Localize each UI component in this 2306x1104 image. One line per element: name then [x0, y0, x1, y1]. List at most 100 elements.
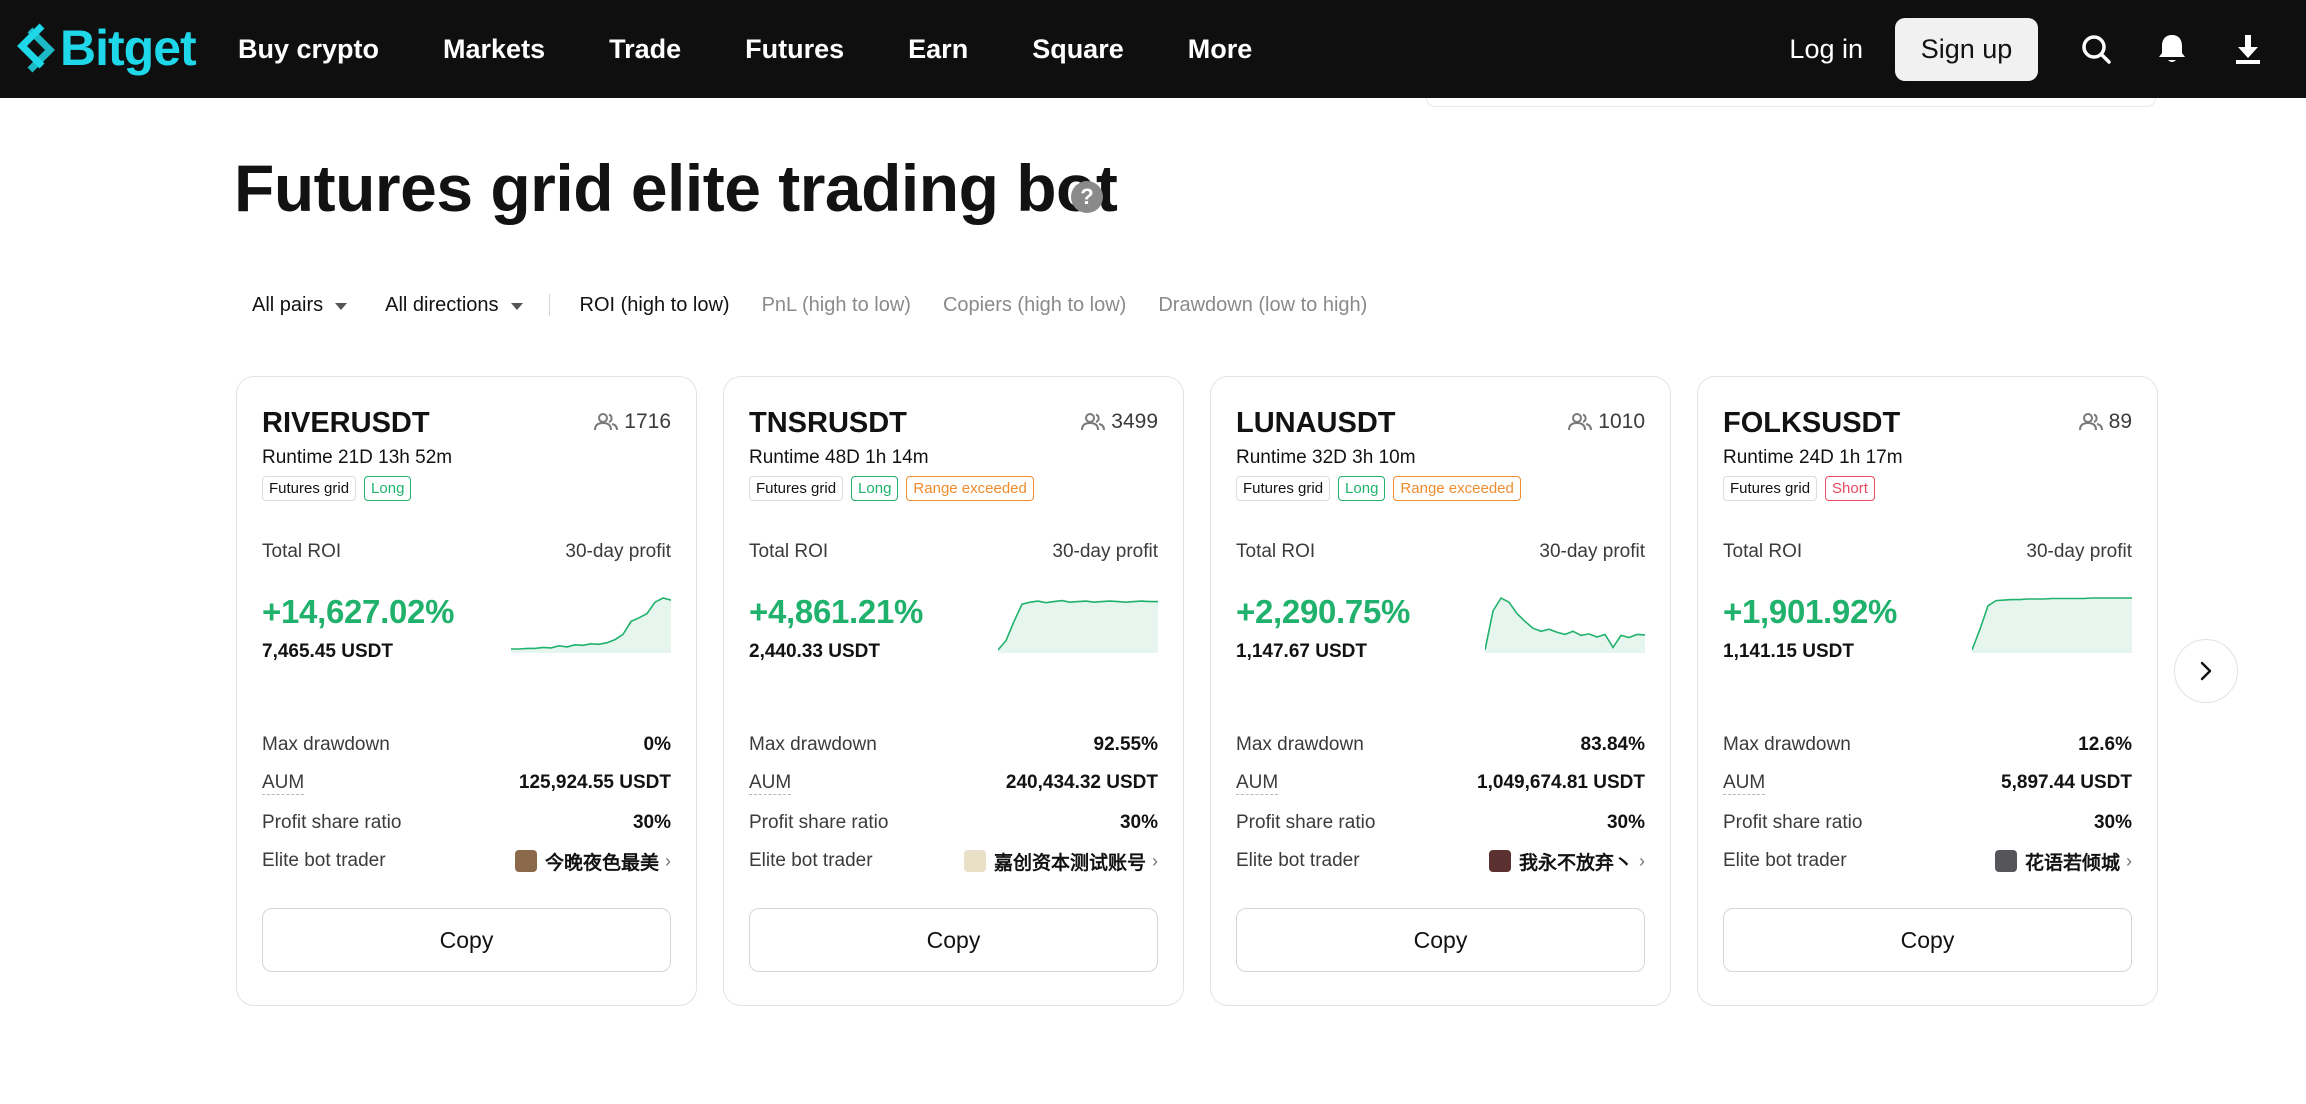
download-icon[interactable]: [2230, 31, 2266, 67]
max-drawdown-value: 0%: [643, 734, 671, 755]
tag-range: Range exceeded: [906, 476, 1034, 501]
copy-button[interactable]: Copy: [1723, 908, 2132, 972]
users-icon: [2078, 413, 2103, 431]
runtime-label: Runtime: [262, 447, 333, 468]
profit-share-label: Profit share ratio: [1723, 812, 1863, 833]
total-roi-value: +1,901.92%: [1723, 593, 1898, 630]
trader-link[interactable]: 今晚夜色最美 ›: [514, 848, 671, 875]
aum-value: 125,924.55 USDT: [518, 772, 671, 793]
trader-link[interactable]: 我永不放弃丶 ›: [1488, 848, 1645, 875]
signup-button[interactable]: Sign up: [1895, 17, 2038, 81]
next-page-button[interactable]: [2174, 639, 2238, 703]
tag-long: Long: [1338, 476, 1386, 501]
profit-share-row: Profit share ratio 30%: [1723, 810, 2132, 836]
elite-trader-label: Elite bot trader: [1236, 850, 1360, 871]
aum-label[interactable]: AUM: [1236, 772, 1279, 795]
pair-name[interactable]: LUNAUSDT: [1236, 407, 1396, 440]
pairs-dropdown[interactable]: All pairs: [252, 294, 348, 317]
chevron-right-icon: ›: [1152, 850, 1158, 871]
profit-share-row: Profit share ratio 30%: [749, 810, 1158, 836]
sparkline-area: [1485, 598, 1645, 653]
max-drawdown-label: Max drawdown: [1723, 734, 1851, 755]
brand-name: Bitget: [60, 20, 197, 76]
bitget-logo[interactable]: Bitget: [14, 18, 197, 78]
sort-drawdown[interactable]: Drawdown (low to high): [1158, 294, 1367, 317]
filter-bar: All pairs All directions ROI (high to lo…: [252, 290, 1399, 320]
runtime-label: Runtime: [1723, 447, 1794, 468]
bot-card: TNSRUSDT 3499 Runtime 48D 1h 14m Futures…: [723, 376, 1184, 1006]
profit-share-label: Profit share ratio: [1236, 812, 1376, 833]
trader-name: 今晚夜色最美: [544, 852, 659, 874]
trader-link[interactable]: 花语若倾城 ›: [1994, 848, 2132, 875]
elite-trader-label: Elite bot trader: [749, 850, 873, 871]
profit-sparkline: [511, 597, 671, 653]
tag-list: Futures grid Long Range exceeded: [749, 476, 1042, 501]
nav-futures[interactable]: Futures: [745, 34, 844, 65]
sort-pnl[interactable]: PnL (high to low): [762, 294, 911, 317]
aum-label[interactable]: AUM: [749, 772, 792, 795]
aum-label[interactable]: AUM: [1723, 772, 1766, 795]
tag-range: Range exceeded: [1393, 476, 1521, 501]
max-drawdown-value: 92.55%: [1093, 734, 1158, 755]
profit-sparkline: [998, 599, 1158, 653]
tag-long: Long: [364, 476, 412, 501]
chevron-right-icon: [2200, 661, 2212, 681]
users-icon: [1568, 413, 1593, 431]
trader-avatar: [963, 850, 986, 872]
nav-more[interactable]: More: [1188, 34, 1253, 65]
tag-list: Futures grid Long Range exceeded: [1236, 476, 1529, 501]
trader-link[interactable]: 嘉创资本测试账号 ›: [963, 848, 1158, 875]
tag-short: Short: [1825, 476, 1875, 501]
sort-copiers[interactable]: Copiers (high to low): [943, 294, 1126, 317]
copier-count-value: 1716: [624, 410, 671, 433]
pair-name[interactable]: TNSRUSDT: [749, 407, 907, 440]
runtime: Runtime 21D 13h 52m: [262, 447, 452, 469]
profit-share-value: 30%: [632, 812, 671, 833]
sparkline-area: [998, 600, 1158, 653]
pnl-value: 7,465.45 USDT: [262, 641, 393, 662]
total-roi-label: Total ROI: [749, 541, 829, 562]
tag-plain: Futures grid: [262, 476, 357, 501]
elite-trader-label: Elite bot trader: [262, 850, 386, 871]
copy-button[interactable]: Copy: [749, 908, 1158, 972]
aum-row: AUM 5,897.44 USDT: [1723, 770, 2132, 796]
pair-name[interactable]: RIVERUSDT: [262, 407, 430, 440]
copy-button[interactable]: Copy: [1236, 908, 1645, 972]
directions-dropdown-label: All directions: [385, 293, 499, 316]
copy-button[interactable]: Copy: [262, 908, 671, 972]
sparkline-area: [511, 598, 671, 653]
runtime: Runtime 24D 1h 17m: [1723, 447, 1903, 469]
trader-avatar: [1488, 850, 1511, 872]
profit-30d-label: 30-day profit: [1052, 541, 1158, 562]
main-menu: Buy crypto Markets Trade Futures Earn Sq…: [238, 0, 1316, 98]
nav-trade[interactable]: Trade: [609, 34, 681, 65]
profit-share-value: 30%: [2093, 812, 2132, 833]
sort-roi[interactable]: ROI (high to low): [580, 294, 730, 317]
aum-label[interactable]: AUM: [262, 772, 305, 795]
nav-square[interactable]: Square: [1032, 34, 1124, 65]
copier-count-value: 89: [2108, 410, 2132, 433]
tag-list: Futures grid Short: [1723, 476, 1883, 501]
profit-sparkline: [1485, 596, 1645, 653]
nav-earn[interactable]: Earn: [908, 34, 968, 65]
users-icon: [1081, 413, 1106, 431]
runtime-value: 32D 3h 10m: [1312, 447, 1416, 468]
directions-dropdown[interactable]: All directions: [385, 293, 523, 317]
profit-share-value: 30%: [1119, 812, 1158, 833]
top-navbar: Bitget Buy crypto Markets Trade Futures …: [0, 0, 2306, 98]
profit-share-value: 30%: [1606, 812, 1645, 833]
aum-row: AUM 125,924.55 USDT: [262, 770, 671, 796]
nav-markets[interactable]: Markets: [443, 34, 545, 65]
pnl-value: 1,147.67 USDT: [1236, 641, 1367, 662]
runtime-value: 48D 1h 14m: [825, 447, 929, 468]
help-icon[interactable]: ?: [1071, 181, 1103, 213]
elite-trader-row: Elite bot trader 花语若倾城 ›: [1723, 848, 2132, 874]
pair-name[interactable]: FOLKSUSDT: [1723, 407, 1900, 440]
login-link[interactable]: Log in: [1789, 34, 1863, 65]
nav-buy-crypto[interactable]: Buy crypto: [238, 34, 379, 65]
bell-icon[interactable]: [2154, 31, 2190, 67]
bot-card: RIVERUSDT 1716 Runtime 21D 13h 52m Futur…: [236, 376, 697, 1006]
chevron-right-icon: ›: [2126, 850, 2132, 871]
search-icon[interactable]: [2078, 31, 2114, 67]
runtime: Runtime 48D 1h 14m: [749, 447, 929, 469]
